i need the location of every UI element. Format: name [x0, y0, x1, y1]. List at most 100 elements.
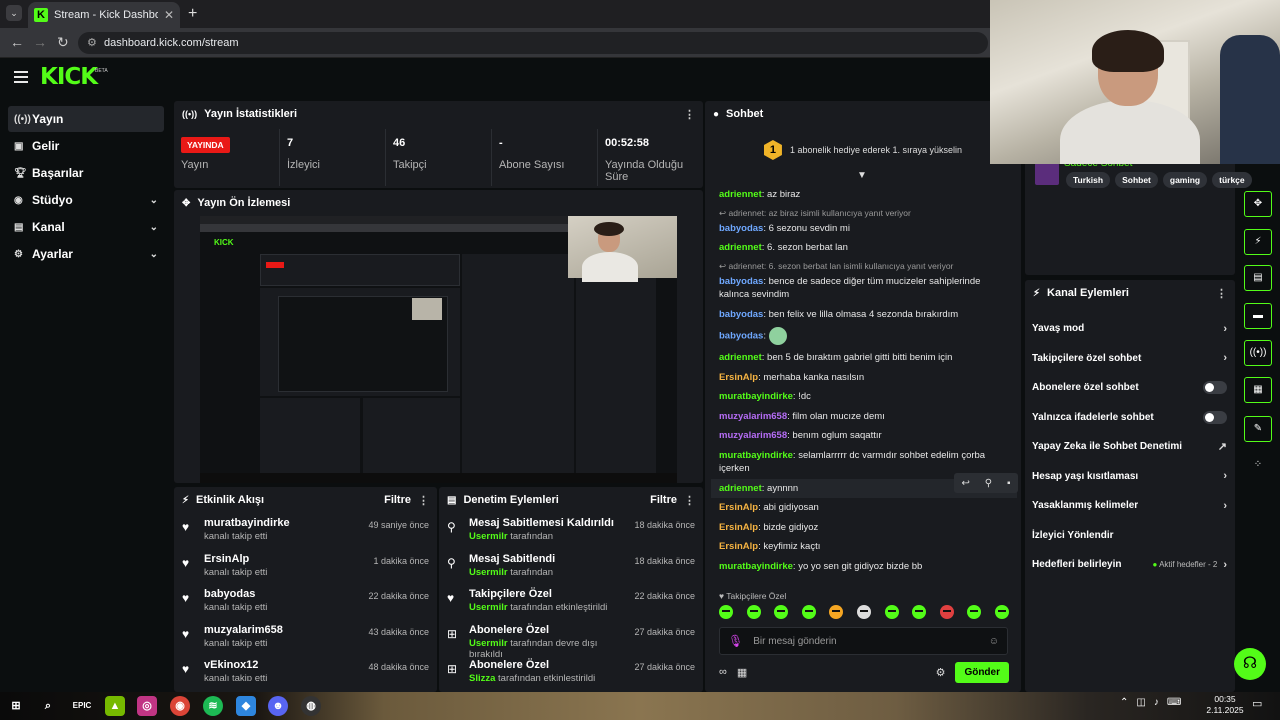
menu-icon[interactable]: [14, 71, 28, 83]
action-account-age[interactable]: Hesap yaşı kısıtlaması ›: [1025, 462, 1235, 492]
chat-username[interactable]: adriennet: [719, 352, 762, 363]
emote-icon[interactable]: [774, 605, 789, 619]
site-info-icon[interactable]: ⚙: [87, 32, 97, 54]
chat-username[interactable]: adriennet: [719, 189, 762, 200]
chat-username[interactable]: ErsinAlp: [719, 372, 758, 383]
filter-button[interactable]: Filtre: [650, 494, 677, 506]
event-user[interactable]: babyodas: [204, 588, 360, 600]
pinned-collapse-icon[interactable]: ▼: [857, 170, 867, 181]
emote-icon[interactable]: [856, 605, 871, 619]
spotify-icon[interactable]: ≋: [203, 696, 223, 716]
event-user[interactable]: ErsinAlp: [204, 553, 365, 565]
chat-message[interactable]: muzyalarim658: film olan mucıze demı: [711, 407, 1017, 427]
windows-start-icon[interactable]: ⊞: [6, 696, 26, 716]
chat-username[interactable]: muzyalarim658: [719, 411, 787, 422]
chat-username[interactable]: babyodas: [719, 276, 763, 287]
mod-actor[interactable]: Usermilr: [469, 531, 508, 542]
new-tab-button[interactable]: +: [188, 5, 197, 23]
stream-preview-video[interactable]: KICK: [200, 216, 677, 483]
chat-message[interactable]: ErsinAlp: merhaba kanka nasılsın: [711, 368, 1017, 388]
chat-message[interactable]: ErsinAlp: bizde gidiyoz: [711, 518, 1017, 538]
reload-icon[interactable]: ↻: [57, 34, 69, 51]
chat-message[interactable]: babyodas: 6 sezonu sevdin mi: [711, 219, 1017, 239]
chat-message[interactable]: muzyalarim658: benım oglum saqattır: [711, 426, 1017, 446]
sidebar-item-gelir[interactable]: ▣ Gelir: [8, 133, 164, 159]
action-followers-only[interactable]: Takipçilere özel sohbet ›: [1025, 344, 1235, 374]
chat-username[interactable]: muratbayindirke: [719, 561, 793, 572]
apps-icon[interactable]: ⁘: [1244, 453, 1272, 479]
action-ai-moderation[interactable]: Yapay Zeka ile Sohbet Denetimi ↗: [1025, 432, 1235, 462]
epic-games-icon[interactable]: EPIC: [72, 696, 92, 716]
sidebar-item-basarilar[interactable]: 🏆︎ Başarılar: [8, 160, 164, 186]
chat-username[interactable]: babyodas: [719, 223, 763, 234]
chat-bubble-icon[interactable]: ▬: [1244, 303, 1272, 329]
discord-icon[interactable]: ☻: [268, 696, 288, 716]
chat-username[interactable]: babyodas: [719, 309, 763, 320]
tag[interactable]: gaming: [1162, 172, 1208, 188]
forward-icon[interactable]: →: [33, 34, 47, 50]
sidebar-item-yayin[interactable]: ((•)) Yayın: [8, 106, 164, 132]
reply-icon[interactable]: ↩: [961, 478, 969, 489]
volume-icon[interactable]: ♪: [1154, 697, 1159, 708]
obs-icon[interactable]: ◍: [301, 696, 321, 716]
chat-message[interactable]: babyodas: ben felix ve lilla olmasa 4 se…: [711, 305, 1017, 325]
chat-username[interactable]: babyodas: [719, 331, 763, 342]
emote-icon[interactable]: [967, 605, 982, 619]
search-icon[interactable]: ⌕: [38, 696, 58, 716]
nvidia-icon[interactable]: ▲: [105, 696, 125, 716]
network-icon[interactable]: ◫: [1136, 697, 1145, 708]
emoji-icon[interactable]: ☺: [989, 636, 999, 647]
tab-list-button[interactable]: ⌄: [6, 5, 22, 21]
event-user[interactable]: muratbayindirke: [204, 517, 360, 529]
broadcast-icon[interactable]: ((•)): [1244, 340, 1272, 366]
chat-message[interactable]: adriennet: 6. sezon berbat lan: [711, 238, 1017, 258]
event-user[interactable]: vEkinox12: [204, 659, 360, 671]
chat-message[interactable]: babyodas: bence de sadece diğer tüm muci…: [711, 272, 1017, 305]
send-button[interactable]: Gönder: [955, 661, 1009, 683]
document-icon[interactable]: ▤: [1244, 265, 1272, 291]
sidebar-item-ayarlar[interactable]: ⚙ Ayarlar ⌄: [8, 241, 164, 267]
filter-button[interactable]: Filtre: [384, 494, 411, 506]
emote-icon[interactable]: [801, 605, 816, 619]
chat-username[interactable]: ErsinAlp: [719, 502, 758, 513]
wrench-icon[interactable]: ✎: [1244, 416, 1272, 442]
chat-username[interactable]: adriennet: [719, 483, 762, 494]
notification-icon[interactable]: ▭: [1252, 697, 1262, 710]
gear-icon[interactable]: ⚙: [936, 666, 946, 679]
chat-message[interactable]: adriennet: az biraz: [711, 185, 1017, 205]
close-tab-icon[interactable]: ✕: [164, 8, 174, 22]
action-banned-words[interactable]: Yasaklanmış kelimeler ›: [1025, 491, 1235, 521]
gift-sub-leaderboard[interactable]: 1 1 abonelik hediye ederek 1. sıraya yük…: [705, 127, 1021, 173]
subscribers-only-toggle[interactable]: [1203, 381, 1227, 395]
more-options-icon[interactable]: ⋮: [684, 494, 695, 507]
emotes-only-toggle[interactable]: [1203, 410, 1227, 424]
emote-icon[interactable]: [829, 605, 844, 619]
chat-message[interactable]: adriennet: ben 5 de bıraktım gabriel git…: [711, 348, 1017, 368]
points-icon[interactable]: ∞: [719, 666, 727, 678]
chat-username[interactable]: ErsinAlp: [719, 522, 758, 533]
delete-icon[interactable]: ▪: [1007, 478, 1011, 489]
chrome-icon[interactable]: ◉: [170, 696, 190, 716]
sidebar-item-kanal[interactable]: ▤ Kanal ⌄: [8, 214, 164, 240]
mod-actor[interactable]: Usermilr: [469, 602, 508, 613]
chat-username[interactable]: muratbayindirke: [719, 450, 793, 461]
browser-tab[interactable]: K Stream - Kick Dashboard ✕: [28, 2, 180, 28]
layout-icon[interactable]: ▦: [1244, 377, 1272, 403]
chat-username[interactable]: muzyalarim658: [719, 430, 787, 441]
kick-logo[interactable]: KICK: [40, 64, 98, 90]
chat-message[interactable]: ErsinAlp: keyfimiz kaçtı: [711, 537, 1017, 557]
more-options-icon[interactable]: ⋮: [418, 494, 429, 507]
back-icon[interactable]: ←: [10, 34, 24, 50]
emote-icon[interactable]: [994, 605, 1009, 619]
chat-username[interactable]: ErsinAlp: [719, 541, 758, 552]
chevron-up-icon[interactable]: ⌃: [1120, 697, 1128, 708]
tag[interactable]: Turkish: [1066, 172, 1111, 188]
tag[interactable]: Sohbet: [1115, 172, 1158, 188]
emote-icon[interactable]: [719, 605, 733, 619]
more-options-icon[interactable]: ⋮: [1216, 287, 1227, 300]
action-set-goals[interactable]: Hedefleri belirleyin ● Aktif hedefler - 2…: [1025, 550, 1235, 580]
chat-message[interactable]: babyodas:: [711, 324, 1017, 348]
mod-actor[interactable]: Usermilr: [469, 567, 508, 578]
chat-username[interactable]: adriennet: [719, 242, 762, 253]
language-icon[interactable]: ⌨: [1167, 697, 1181, 708]
